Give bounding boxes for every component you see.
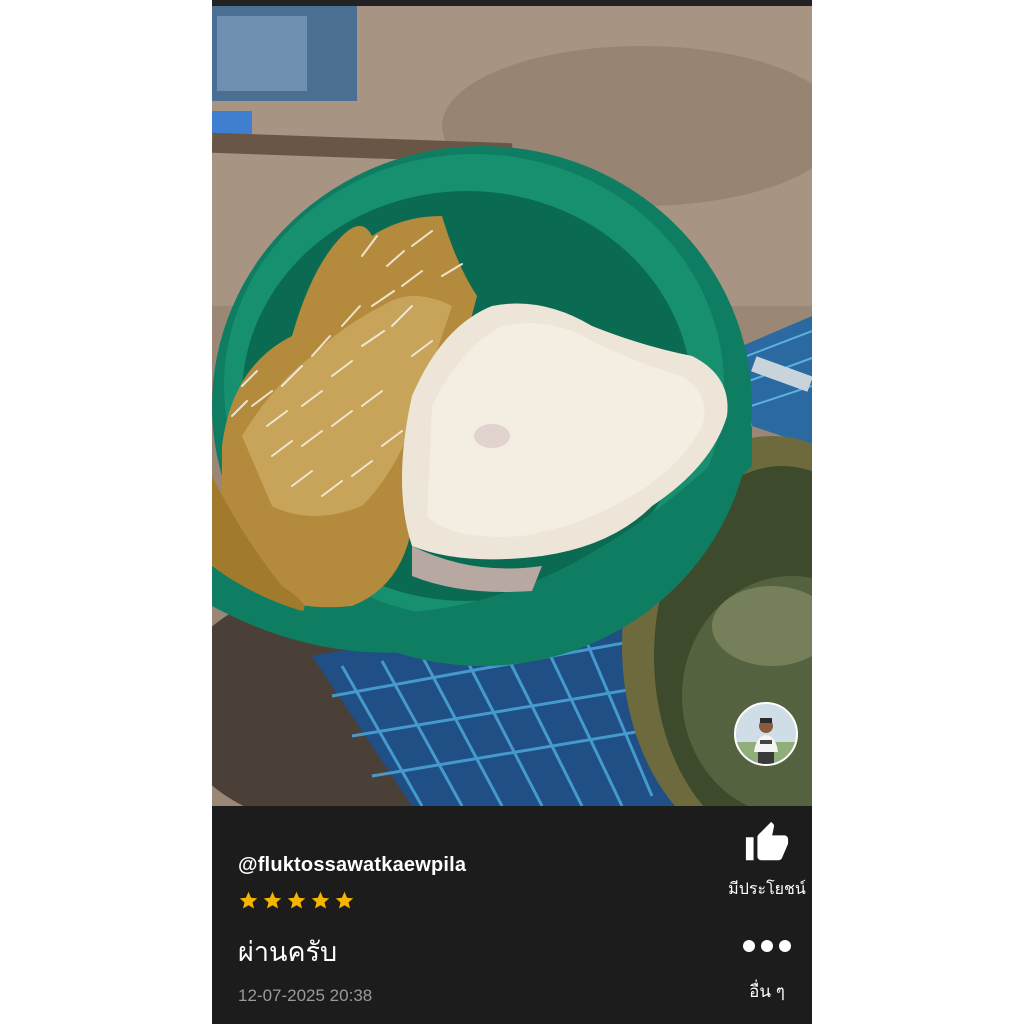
more-dots-icon — [743, 940, 791, 952]
review-viewer: @fluktossawatkaewpila ผ่านครับ 12-07-202… — [212, 0, 812, 1024]
review-comment: ผ่านครับ — [238, 937, 338, 967]
reviewer-username[interactable]: @fluktossawatkaewpila — [238, 854, 466, 877]
thumbs-up-icon — [744, 820, 790, 871]
review-photo[interactable] — [212, 6, 812, 806]
star-icon — [335, 891, 354, 909]
more-button[interactable]: อื่น ๆ — [722, 930, 812, 1016]
star-icon — [287, 891, 306, 909]
more-label: อื่น ๆ — [749, 982, 785, 1001]
rating-stars — [238, 890, 355, 911]
star-icon — [239, 891, 258, 909]
review-timestamp: 12-07-2025 20:38 — [238, 986, 373, 1005]
helpful-button[interactable]: มีประโยชน์ — [722, 820, 812, 910]
helpful-label: มีประโยชน์ — [728, 881, 806, 898]
review-panel: @fluktossawatkaewpila ผ่านครับ 12-07-202… — [212, 806, 812, 1024]
reviewer-avatar[interactable] — [734, 702, 798, 766]
star-icon — [263, 891, 282, 909]
star-icon — [311, 891, 330, 909]
